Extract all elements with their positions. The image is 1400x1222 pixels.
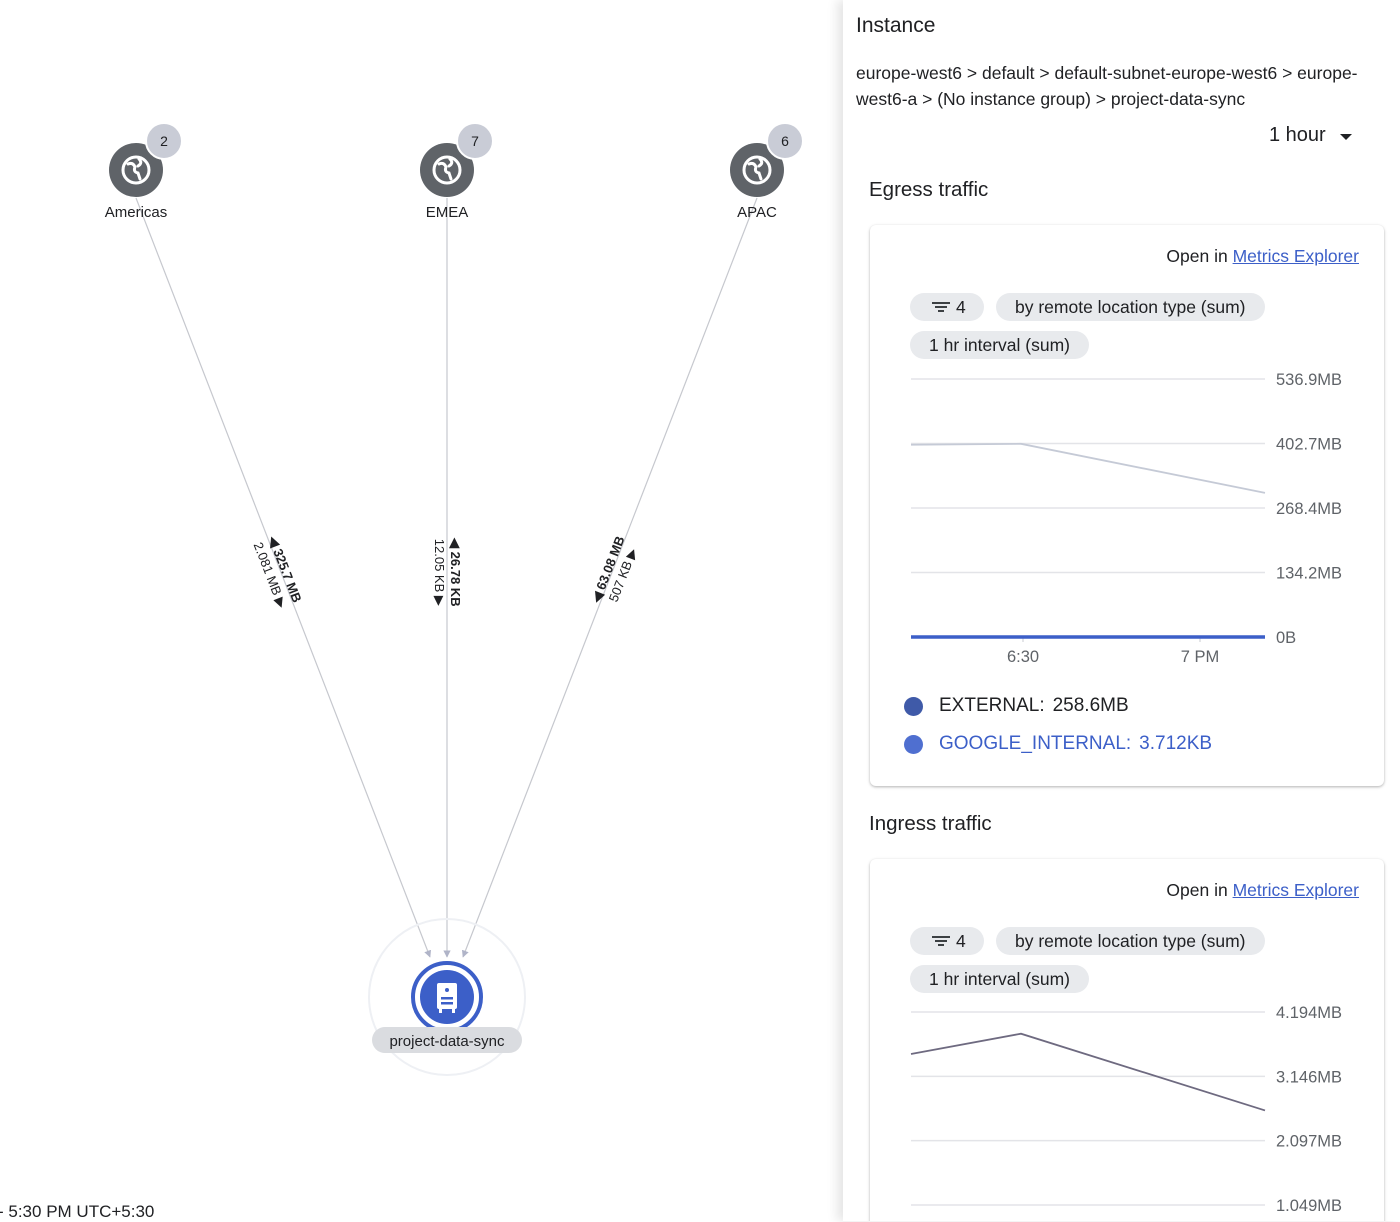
time-range-value: 1 hour xyxy=(1269,124,1326,146)
ingress-chart: 4.194MB 3.146MB 2.097MB 1.049MB xyxy=(910,1004,1342,1215)
ingress-card: Open in Metrics Explorer 4 by remote loc… xyxy=(870,859,1384,1221)
legend-value: 3.712KB xyxy=(1139,733,1213,754)
ingress-open-in: Open in Metrics Explorer xyxy=(1166,880,1359,901)
region-label: EMEA xyxy=(426,204,469,221)
region-count: 6 xyxy=(781,133,789,149)
egress-filter-count: 4 xyxy=(956,297,966,317)
server-icon xyxy=(437,983,457,1013)
x-tick-label: 6:30 xyxy=(1007,648,1039,665)
panel-title: Instance xyxy=(856,14,936,37)
region-node-americas[interactable]: 2 Americas xyxy=(105,122,183,221)
egress-filter-chip[interactable]: 4 xyxy=(910,293,984,321)
legend-dot-google-internal xyxy=(904,734,923,754)
edge-label-apac: ◀ 63.08 MB507 KB ▶ xyxy=(588,534,640,606)
edge-apac[interactable]: ◀ 63.08 MB507 KB ▶ xyxy=(461,197,758,958)
legend-item-external[interactable]: EXTERNAL: 258.6MB xyxy=(904,695,1129,717)
open-in-prefix: Open in xyxy=(1166,880,1228,900)
y-tick-label: 1.049MB xyxy=(1276,1197,1342,1215)
legend-dot-external xyxy=(904,696,923,716)
region-count-badge: 6 xyxy=(766,122,804,160)
region-count-badge: 7 xyxy=(456,122,494,160)
egress-section-title: Egress traffic xyxy=(869,178,989,201)
ingress-group-chip[interactable]: by remote location type (sum) xyxy=(996,927,1265,955)
series-line-external xyxy=(910,442,1266,494)
filter-icon xyxy=(932,301,950,313)
y-tick-label: 0B xyxy=(1276,629,1296,647)
legend-value: 258.6MB xyxy=(1052,695,1129,716)
x-tick-label: 7 PM xyxy=(1181,648,1220,665)
legend-item-google-internal[interactable]: GOOGLE_INTERNAL: 3.712KB xyxy=(904,733,1212,755)
egress-chart: 536.9MB 402.7MB 268.4MB 134.2MB 0B 6:30 7 PM xyxy=(910,371,1342,665)
ingress-section-title: Ingress traffic xyxy=(869,812,992,835)
region-label: Americas xyxy=(105,204,168,221)
edge-ingress-value: 12.05 KB ▶ xyxy=(432,539,447,606)
edge-emea[interactable]: ◀ 26.78 KB12.05 KB ▶ xyxy=(432,198,463,958)
breadcrumb: europe-west6 > default > default-subnet-… xyxy=(856,63,1358,109)
time-range-select[interactable]: 1 hour xyxy=(1269,124,1352,147)
egress-metrics-explorer-link[interactable]: Metrics Explorer xyxy=(1233,246,1359,266)
topology-graph[interactable]: ◀ 325.7 MB2.081 MB ▶ ◀ 26.78 KB12.05 KB ▶… xyxy=(0,0,845,1221)
region-node-apac[interactable]: 6 APAC xyxy=(730,122,804,221)
chevron-down-icon xyxy=(1339,133,1352,140)
egress-open-in: Open in Metrics Explorer xyxy=(1166,246,1359,267)
time-footer: - 5:30 PM UTC+5:30 xyxy=(0,1202,155,1221)
y-tick-label: 402.7MB xyxy=(1276,436,1342,454)
edge-label-americas: ◀ 325.7 MB2.081 MB ▶ xyxy=(251,533,305,610)
ingress-metrics-explorer-link[interactable]: Metrics Explorer xyxy=(1233,880,1359,900)
series-line-series-0 xyxy=(910,1032,1266,1112)
ingress-filter-count: 4 xyxy=(956,931,966,951)
region-count: 2 xyxy=(160,133,168,149)
egress-interval-chip[interactable]: 1 hr interval (sum) xyxy=(910,331,1090,359)
edge-americas[interactable]: ◀ 325.7 MB2.081 MB ▶ xyxy=(135,197,432,958)
filter-icon xyxy=(932,935,950,947)
legend-name: EXTERNAL xyxy=(939,695,1040,716)
y-tick-label: 2.097MB xyxy=(1276,1133,1342,1151)
y-tick-label: 536.9MB xyxy=(1276,371,1342,389)
open-in-prefix: Open in xyxy=(1166,246,1228,266)
region-count-badge: 2 xyxy=(145,122,183,160)
egress-card: Open in Metrics Explorer 4 by remote loc… xyxy=(870,225,1384,786)
region-label: APAC xyxy=(737,204,777,221)
region-count: 7 xyxy=(471,133,479,149)
edge-label-emea: ◀ 26.78 KB12.05 KB ▶ xyxy=(432,537,463,607)
ingress-filter-chip[interactable]: 4 xyxy=(910,927,984,955)
region-node-emea[interactable]: 7 EMEA xyxy=(420,122,494,221)
y-tick-label: 268.4MB xyxy=(1276,500,1342,518)
instance-details-panel: Instance europe-west6 > default > defaul… xyxy=(843,0,1400,1221)
instance-label: project-data-sync xyxy=(389,1033,505,1050)
ingress-interval-chip[interactable]: 1 hr interval (sum) xyxy=(910,965,1090,993)
y-tick-label: 4.194MB xyxy=(1276,1004,1342,1022)
edge-egress-value: ◀ 26.78 KB xyxy=(448,537,463,607)
y-tick-label: 134.2MB xyxy=(1276,565,1342,583)
egress-group-chip[interactable]: by remote location type (sum) xyxy=(996,293,1265,321)
legend-name: GOOGLE_INTERNAL xyxy=(939,733,1126,754)
y-tick-label: 3.146MB xyxy=(1276,1068,1342,1086)
